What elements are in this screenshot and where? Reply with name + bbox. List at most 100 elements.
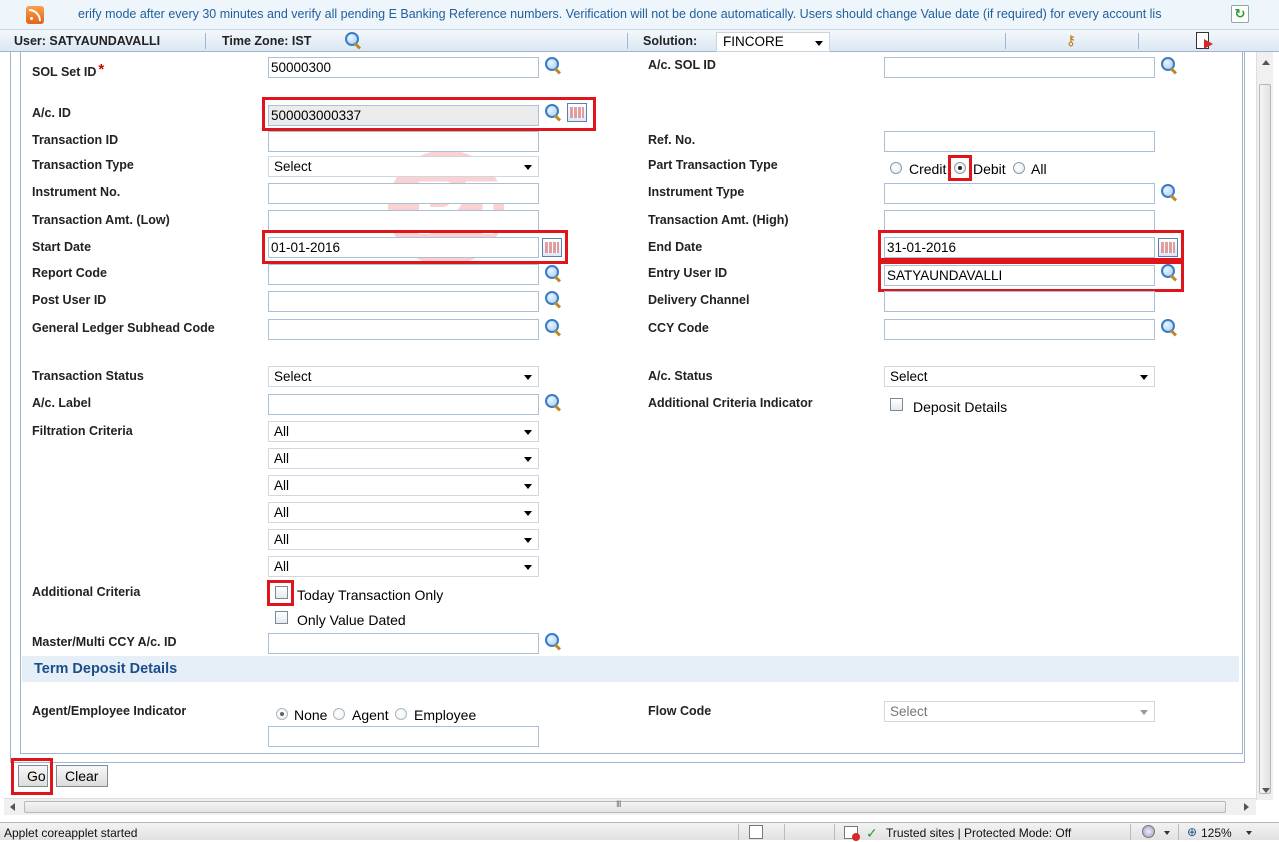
part-tran-debit-radio[interactable] [954,162,966,174]
transaction-id-input[interactable] [268,131,539,152]
end-date-input[interactable]: 31-01-2016 [884,237,1155,258]
ac-label-search-icon[interactable] [544,393,562,411]
transaction-status-select[interactable]: Select [268,366,539,387]
gl-subhead-code-label: General Ledger Subhead Code [32,321,215,335]
report-code-input[interactable] [268,264,539,285]
instrument-type-label: Instrument Type [648,185,745,199]
ac-label-label: A/c. Label [32,396,92,410]
logout-icon[interactable] [1195,31,1215,51]
clear-button[interactable]: Clear [56,765,108,787]
part-tran-all-radio[interactable] [1013,162,1025,174]
entry-user-id-input[interactable]: SATYAUNDAVALLI [884,265,1155,286]
amt-high-label: Transaction Amt. (High) [648,213,789,227]
ac-status-select[interactable]: Select [884,366,1155,387]
transaction-type-select[interactable]: Select [268,156,539,177]
sol-set-id-label: SOL Set ID * [32,61,105,79]
report-code-label: Report Code [32,266,107,280]
ac-id-expand-icon[interactable] [567,103,587,122]
flow-code-select[interactable]: Select [884,701,1155,722]
ac-sol-id-search-icon[interactable] [1160,56,1178,74]
entry-user-id-search-icon[interactable] [1160,263,1178,281]
filtration-criteria-select-2[interactable]: All [268,448,539,469]
vertical-scroll-thumb[interactable] [1259,84,1271,794]
agent-employee-radio[interactable] [395,708,407,720]
term-deposit-section-title: Term Deposit Details [22,656,1239,682]
ac-sol-id-input[interactable] [884,57,1155,78]
filtration-criteria-select-5[interactable]: All [268,529,539,550]
ccy-code-input[interactable] [884,319,1155,340]
start-date-calendar-icon[interactable] [542,238,562,257]
agent-none-radio[interactable] [276,708,288,720]
only-value-dated-checkbox[interactable] [275,611,288,624]
zoom-icon[interactable]: ⊕ [1187,825,1197,839]
post-user-id-input[interactable] [268,291,539,312]
horizontal-scrollbar[interactable]: III [4,798,1256,815]
master-multi-ccy-search-icon[interactable] [544,632,562,650]
transaction-type-label: Transaction Type [32,158,134,172]
sol-set-id-input[interactable]: 50000300 [268,57,539,78]
entry-user-id-label: Entry User ID [648,266,728,280]
today-transaction-only-label: Today Transaction Only [297,587,444,603]
gl-subhead-code-input[interactable] [268,319,539,340]
sol-set-id-search-icon[interactable] [544,56,562,74]
master-multi-ccy-label: Master/Multi CCY A/c. ID [32,635,177,649]
globe-icon[interactable] [1142,825,1155,838]
filtration-criteria-select-3[interactable]: All [268,475,539,496]
deposit-details-label: Deposit Details [913,399,1008,415]
refresh-icon[interactable]: ↻ [1231,5,1249,23]
security-zone-text: Trusted sites | Protected Mode: Off [886,826,1072,840]
instrument-type-input[interactable] [884,183,1155,204]
filtration-criteria-select-1[interactable]: All [268,421,539,442]
today-transaction-only-checkbox[interactable] [275,586,288,599]
agent-employee-id-input[interactable] [268,726,539,747]
ac-id-input[interactable]: 500003000337 [268,105,539,126]
timezone-search-icon[interactable] [344,31,362,49]
instrument-no-label: Instrument No. [32,185,121,199]
instrument-type-search-icon[interactable] [1160,183,1178,201]
ticker-text: erify mode after every 30 minutes and ve… [78,7,1162,21]
part-tran-credit-label: Credit [909,161,947,177]
zoom-level[interactable]: 125% [1201,826,1232,840]
rss-icon[interactable] [26,6,44,24]
filtration-criteria-select-6[interactable]: All [268,556,539,577]
master-multi-ccy-input[interactable] [268,633,539,654]
gl-subhead-code-search-icon[interactable] [544,318,562,336]
only-value-dated-label: Only Value Dated [297,612,406,628]
start-date-input[interactable]: 01-01-2016 [268,237,539,258]
timezone-label: Time Zone: IST [222,34,312,48]
instrument-no-input[interactable] [268,183,539,204]
ccy-code-search-icon[interactable] [1160,318,1178,336]
additional-criteria-indicator-label: Additional Criteria Indicator [648,396,813,410]
amt-high-input[interactable] [884,210,1155,231]
end-date-calendar-icon[interactable] [1158,238,1178,257]
transaction-status-label: Transaction Status [32,369,144,383]
amt-low-input[interactable] [268,210,539,231]
agent-employee-indicator-label: Agent/Employee Indicator [32,704,187,718]
report-code-search-icon[interactable] [544,264,562,282]
ac-id-label: A/c. ID [32,106,71,120]
ref-no-input[interactable] [884,131,1155,152]
vertical-scrollbar[interactable] [1256,52,1273,800]
agent-agent-radio[interactable] [333,708,345,720]
go-button[interactable]: Go [18,765,48,787]
solution-select[interactable]: FINCORE [716,32,830,52]
delivery-channel-input[interactable] [884,291,1155,312]
ac-id-search-icon[interactable] [544,103,562,121]
news-ticker: erify mode after every 30 minutes and ve… [0,0,1279,30]
key-icon[interactable]: ⚷ [1061,32,1081,50]
ac-label-input[interactable] [268,394,539,415]
ref-no-label: Ref. No. [648,133,696,147]
solution-label: Solution: [643,34,698,48]
additional-criteria-label: Additional Criteria [32,585,141,599]
agent-employee-label: Employee [414,707,477,723]
page-icon [749,825,763,839]
deposit-details-checkbox[interactable] [890,398,903,411]
part-tran-credit-radio[interactable] [890,162,902,174]
user-label: User: SATYAUNDAVALLI [14,34,161,48]
post-user-id-search-icon[interactable] [544,290,562,308]
filtration-criteria-select-4[interactable]: All [268,502,539,523]
horizontal-scroll-thumb[interactable] [24,801,1226,813]
popup-blocked-icon[interactable] [844,826,860,841]
flow-code-label: Flow Code [648,704,712,718]
post-user-id-label: Post User ID [32,293,107,307]
